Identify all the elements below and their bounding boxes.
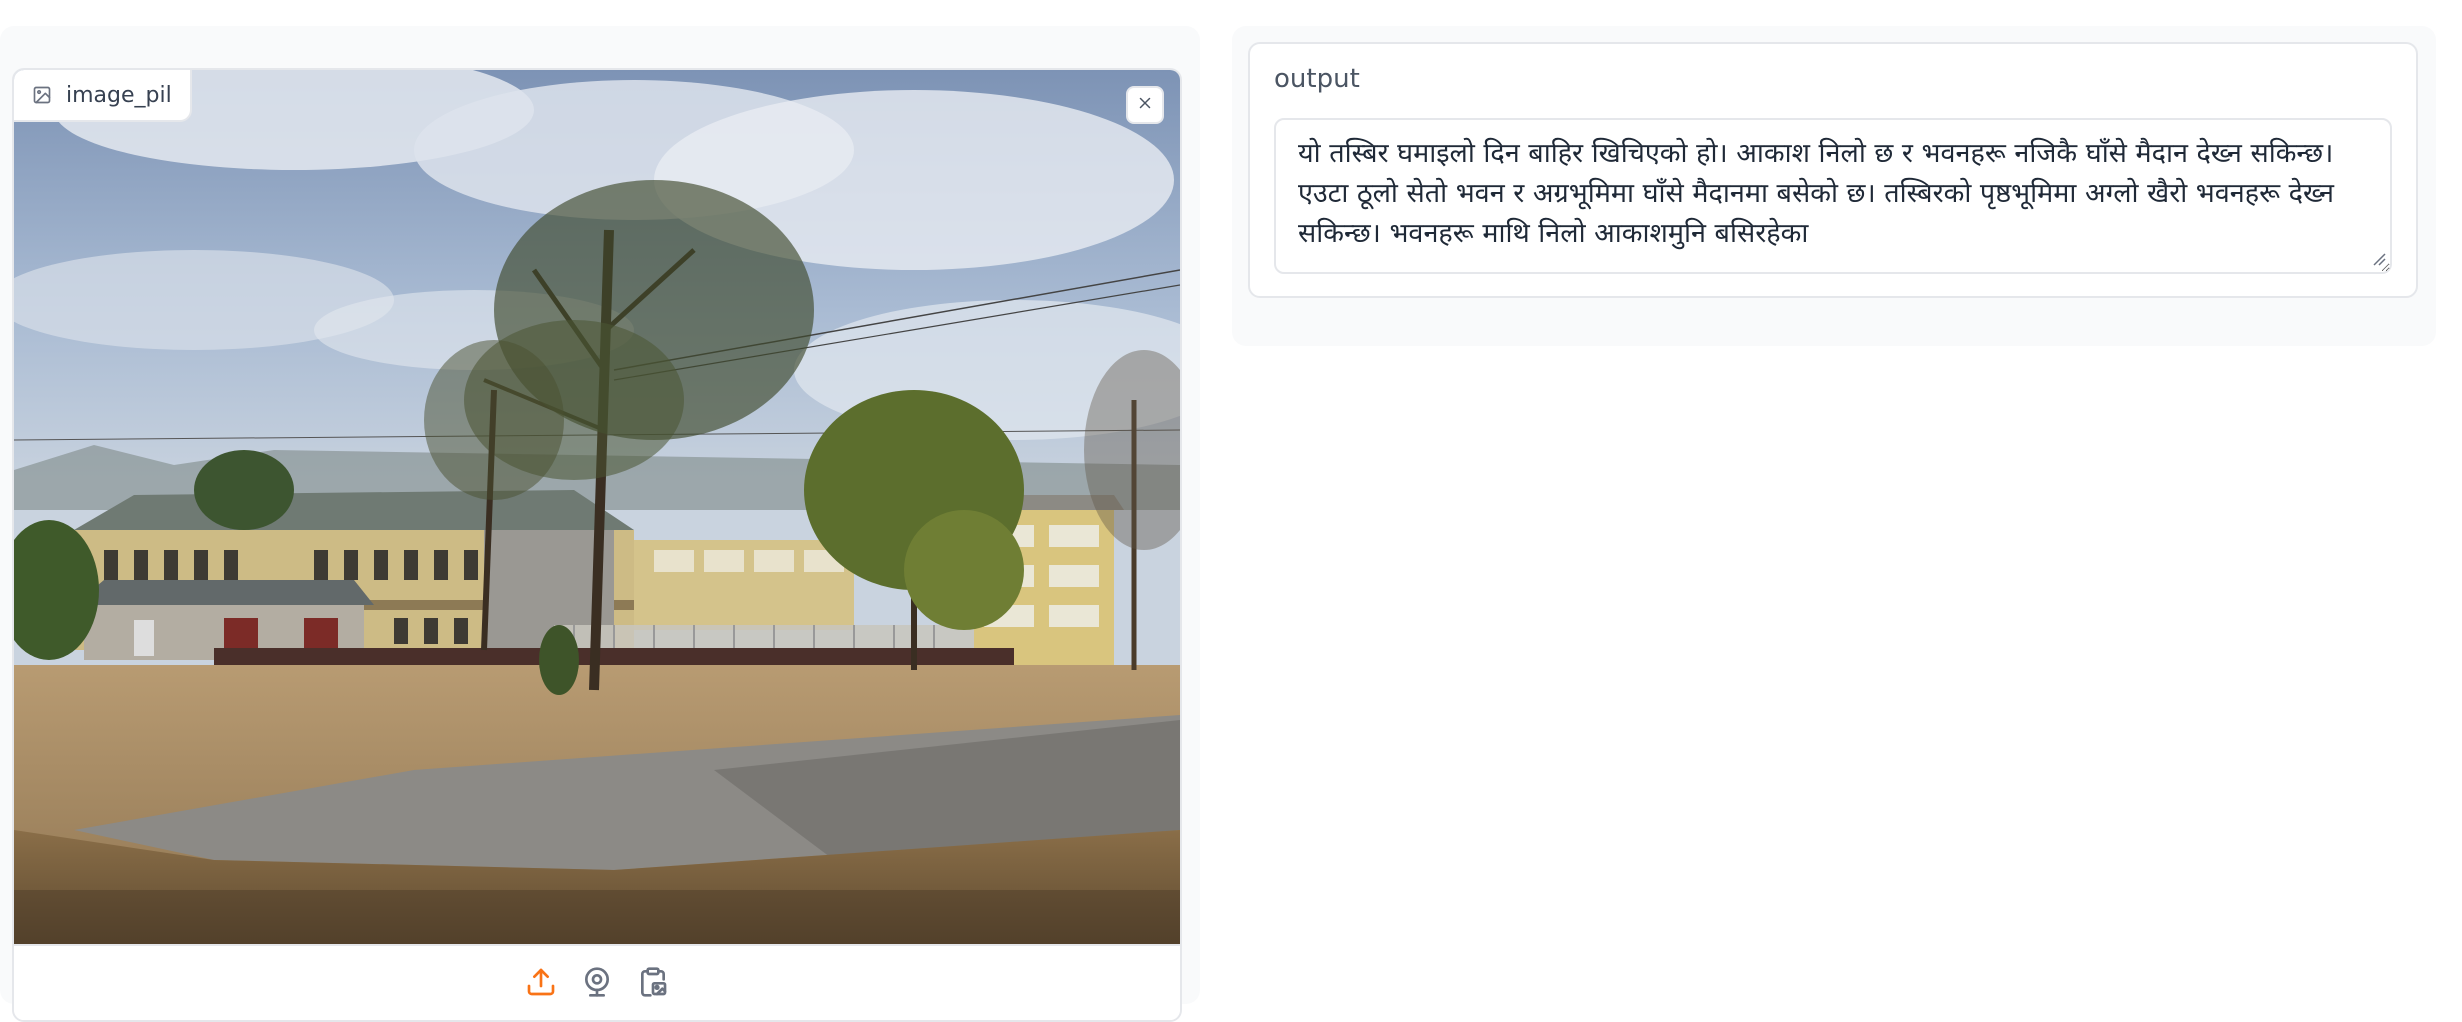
image-input-panel: image_pil: [0, 26, 1200, 1022]
image-input-block: image_pil: [12, 68, 1182, 1022]
output-panel: output यो तस्बिर घमाइलो दिन बाहिर खिचिएक…: [1232, 26, 2436, 346]
webcam-icon: [581, 966, 613, 1002]
output-block: output यो तस्बिर घमाइलो दिन बाहिर खिचिएक…: [1248, 42, 2418, 298]
paste-clipboard-button[interactable]: [636, 967, 670, 1001]
clipboard-icon: [637, 966, 669, 1002]
image-icon: [32, 85, 52, 105]
webcam-button[interactable]: [580, 967, 614, 1001]
resize-handle-icon[interactable]: [2372, 252, 2386, 266]
upload-icon: [525, 966, 557, 1002]
output-textbox[interactable]: यो तस्बिर घमाइलो दिन बाहिर खिचिएको हो। आ…: [1274, 118, 2392, 274]
upload-button[interactable]: [524, 967, 558, 1001]
image-input-label-chip: image_pil: [14, 70, 192, 122]
clear-image-button[interactable]: [1126, 86, 1164, 124]
uploaded-image: [14, 70, 1180, 944]
close-icon: [1136, 94, 1154, 116]
image-input-label: image_pil: [66, 82, 172, 108]
image-source-bar: [14, 944, 1180, 1020]
output-label: output: [1274, 64, 1360, 94]
